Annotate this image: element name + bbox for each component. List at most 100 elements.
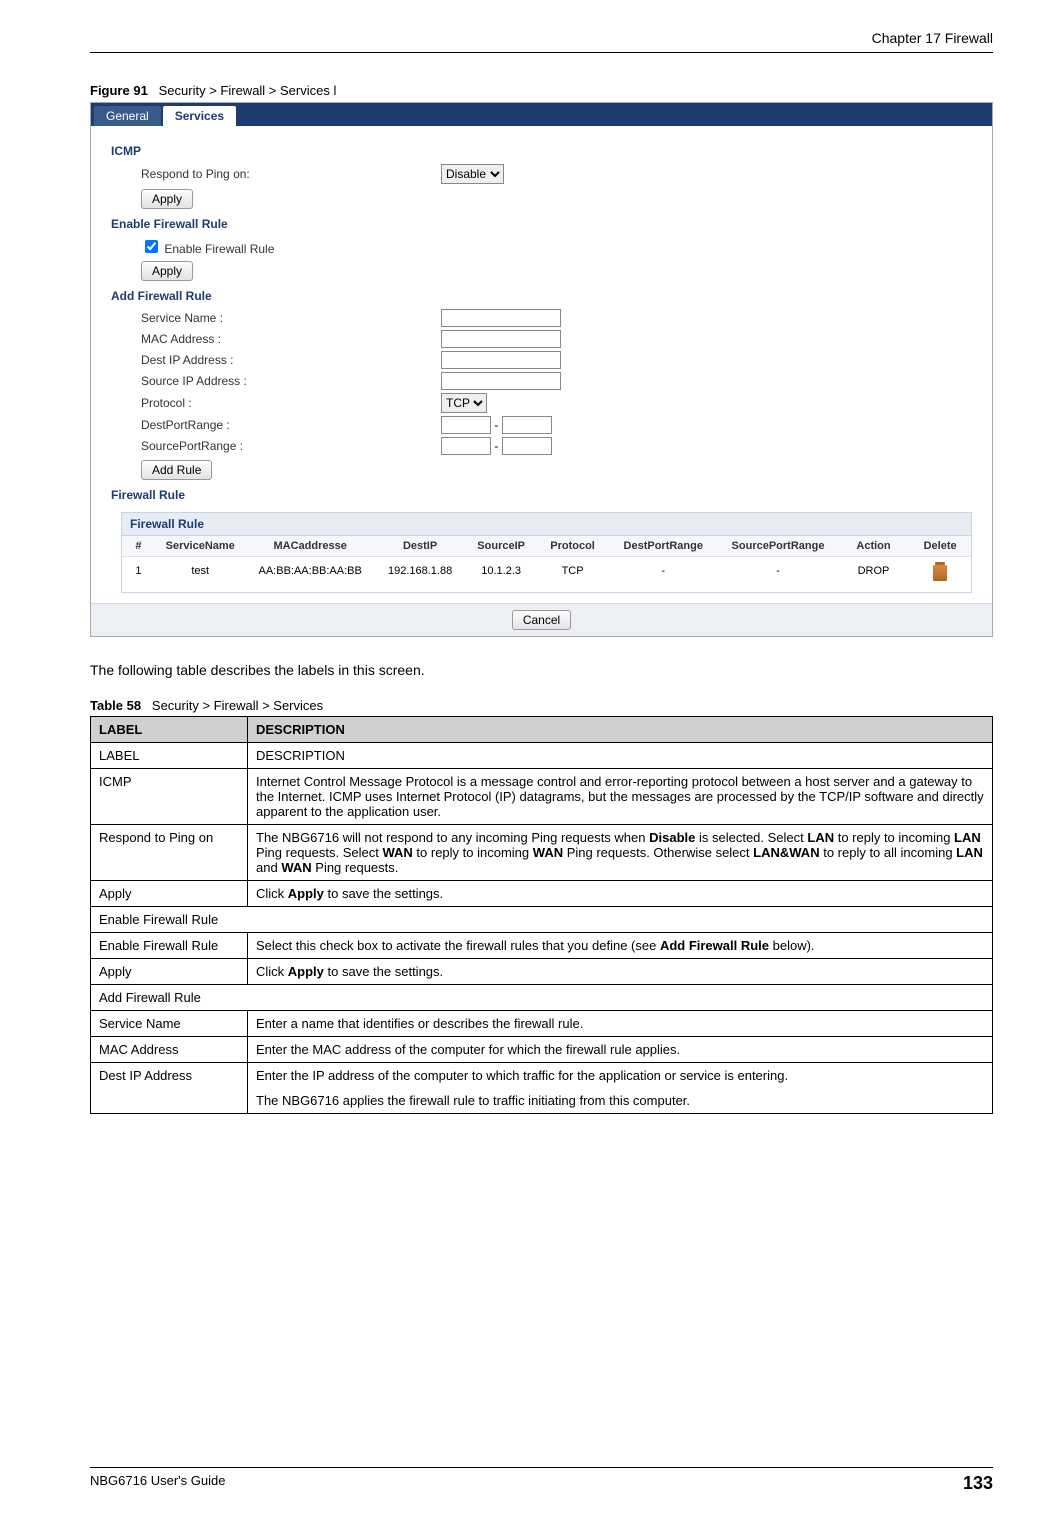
table-row: ApplyClick Apply to save the settings. [91,959,993,985]
fw-td-service: test [155,561,246,588]
dest-port-from-input[interactable] [441,416,491,434]
section-fw-rule: Firewall Rule [111,488,972,502]
table-row: Respond to Ping onThe NBG6716 will not r… [91,825,993,881]
fw-td-destip: 192.168.1.88 [375,561,466,588]
desc-cell: Enter the IP address of the computer to … [248,1063,993,1114]
figure-num: Figure 91 [90,83,148,98]
table-row: LABELDESCRIPTION [91,743,993,769]
table-row: Enable Firewall RuleSelect this check bo… [91,933,993,959]
apply-button-enable[interactable]: Apply [141,261,193,281]
figure-title: Security > Firewall > Services l [159,83,337,98]
tab-services[interactable]: Services [163,106,236,126]
page-number: 133 [963,1473,993,1494]
dest-ip-input[interactable] [441,351,561,369]
label-cell: Respond to Ping on [91,825,248,881]
dest-ip-label: Dest IP Address : [111,353,441,367]
apply-button-icmp[interactable]: Apply [141,189,193,209]
dest-port-to-input[interactable] [502,416,552,434]
desc-th-label: LABEL [91,717,248,743]
table-row: Add Firewall Rule [91,985,993,1011]
mac-address-input[interactable] [441,330,561,348]
desc-cell: Click Apply to save the settings. [248,881,993,907]
description-table: LABEL DESCRIPTION LABELDESCRIPTIONICMPIn… [90,716,993,1114]
label-cell: Dest IP Address [91,1063,248,1114]
desc-cell: Internet Control Message Protocol is a m… [248,769,993,825]
dest-port-label: DestPortRange : [111,418,441,432]
fw-th-srcport: SourcePortRange [718,536,838,556]
bottom-button-row: Cancel [91,603,992,636]
section-cell: Add Firewall Rule [91,985,993,1011]
guide-name: NBG6716 User's Guide [90,1473,225,1494]
label-cell: LABEL [91,743,248,769]
table-title: Security > Firewall > Services [152,698,323,713]
fw-box-title: Firewall Rule [122,513,971,536]
protocol-label: Protocol : [111,396,441,410]
section-enable-fw: Enable Firewall Rule [111,217,972,231]
src-port-to-input[interactable] [502,437,552,455]
fw-th-destport: DestPortRange [608,536,718,556]
tab-general[interactable]: General [94,106,161,126]
tab-bar: General Services [91,103,992,126]
section-cell: Enable Firewall Rule [91,907,993,933]
respond-ping-select[interactable]: Disable [441,164,504,184]
enable-fw-label: Enable Firewall Rule [164,242,274,256]
protocol-select[interactable]: TCP [441,393,487,413]
fw-th-mac: MACaddresse [246,536,375,556]
mac-address-label: MAC Address : [111,332,441,346]
section-add-fw: Add Firewall Rule [111,289,972,303]
enable-fw-checkbox[interactable] [145,240,158,253]
desc-cell: Enter a name that identifies or describe… [248,1011,993,1037]
fw-th-delete: Delete [909,536,971,556]
table-caption: Table 58 Security > Firewall > Services [90,698,993,713]
label-cell: Service Name [91,1011,248,1037]
table-row: Enable Firewall Rule [91,907,993,933]
table-row: MAC AddressEnter the MAC address of the … [91,1037,993,1063]
service-name-label: Service Name : [111,311,441,325]
desc-cell: The NBG6716 will not respond to any inco… [248,825,993,881]
source-ip-input[interactable] [441,372,561,390]
fw-th-srcip: SourceIP [465,536,536,556]
fw-th-destip: DestIP [375,536,466,556]
fw-td-mac: AA:BB:AA:BB:AA:BB [246,561,375,588]
intro-text: The following table describes the labels… [90,662,993,678]
fw-table-header: # ServiceName MACaddresse DestIP SourceI… [122,536,971,557]
panel-body: ICMP Respond to Ping on: Disable Apply E… [91,126,992,603]
trash-icon[interactable] [933,565,947,581]
label-cell: Apply [91,881,248,907]
fw-td-delete [909,561,971,588]
fw-th-num: # [122,536,155,556]
service-name-input[interactable] [441,309,561,327]
add-rule-button[interactable]: Add Rule [141,460,212,480]
page-footer: NBG6716 User's Guide 133 [90,1467,993,1494]
fw-td-srcip: 10.1.2.3 [465,561,536,588]
table-num: Table 58 [90,698,141,713]
fw-td-srcport: - [718,561,838,588]
fw-td-proto: TCP [537,561,608,588]
label-cell: Apply [91,959,248,985]
label-cell: ICMP [91,769,248,825]
src-port-from-input[interactable] [441,437,491,455]
respond-ping-label: Respond to Ping on: [111,167,441,181]
desc-th-desc: DESCRIPTION [248,717,993,743]
table-row: Service NameEnter a name that identifies… [91,1011,993,1037]
desc-cell: Click Apply to save the settings. [248,959,993,985]
fw-td-num: 1 [122,561,155,588]
cancel-button[interactable]: Cancel [512,610,571,630]
fw-td-action: DROP [838,561,909,588]
fw-th-action: Action [838,536,909,556]
source-ip-label: Source IP Address : [111,374,441,388]
chapter-header: Chapter 17 Firewall [90,30,993,53]
section-icmp: ICMP [111,144,972,158]
desc-cell: DESCRIPTION [248,743,993,769]
table-row: ICMPInternet Control Message Protocol is… [91,769,993,825]
table-row: Dest IP AddressEnter the IP address of t… [91,1063,993,1114]
fw-th-proto: Protocol [537,536,608,556]
label-cell: Enable Firewall Rule [91,933,248,959]
firewall-rule-table: Firewall Rule # ServiceName MACaddresse … [121,512,972,593]
desc-cell: Select this check box to activate the fi… [248,933,993,959]
fw-td-destport: - [608,561,718,588]
src-port-label: SourcePortRange : [111,439,441,453]
figure-caption: Figure 91 Security > Firewall > Services… [90,83,993,98]
fw-table-row: 1 test AA:BB:AA:BB:AA:BB 192.168.1.88 10… [122,557,971,592]
table-row: ApplyClick Apply to save the settings. [91,881,993,907]
